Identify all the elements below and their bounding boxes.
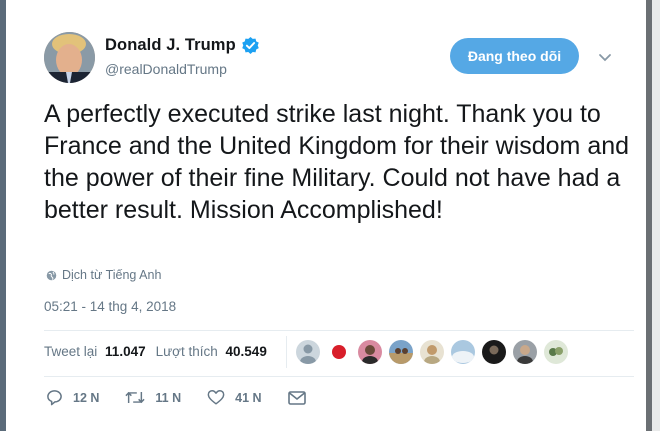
direct-message-button[interactable] [287,390,316,405]
liker-avatars [296,340,575,364]
tweet-text: A perfectly executed strike last night. … [44,100,630,224]
liker-avatar[interactable] [296,340,320,364]
display-name[interactable]: Donald J. Trump [105,36,236,55]
liker-avatar[interactable] [327,340,351,364]
like-count: 41 N [235,390,262,405]
reply-button[interactable]: 12 N [46,389,99,406]
like-heart-icon [207,390,225,405]
stats-separator [286,336,287,368]
retweets-stat[interactable]: Tweet lại 11.047 [44,344,146,359]
retweet-button[interactable]: 11 N [125,389,181,406]
translate-label[interactable]: Dịch từ Tiếng Anh [62,268,161,282]
liker-avatar[interactable] [420,340,444,364]
translate-link[interactable]: Dịch từ Tiếng Anh [46,268,161,282]
tweet-card: Donald J. Trump @realDonaldTrump Đang th… [6,0,646,431]
likes-stat[interactable]: Lượt thích 40.549 [156,344,267,359]
divider [44,376,634,377]
like-button[interactable]: 41 N [207,389,262,406]
tweet-actions: 12 N 11 N 41 N [46,389,342,406]
likes-label: Lượt thích [155,344,218,359]
globe-icon [46,270,57,280]
liker-avatar[interactable] [389,340,413,364]
retweet-icon [125,391,146,404]
reply-icon [47,390,62,406]
name-row: Donald J. Trump [105,36,260,55]
liker-avatar[interactable] [482,340,506,364]
avatar[interactable] [44,32,95,83]
engagement-stats: Tweet lại 11.047 Lượt thích 40.549 [44,344,267,359]
following-button[interactable]: Đang theo dõi [450,38,579,74]
verified-badge-icon [241,36,260,55]
liker-avatar[interactable] [451,340,475,364]
user-handle[interactable]: @realDonaldTrump [105,61,227,77]
retweet-count: 11 N [155,390,182,405]
retweets-count: 11.047 [105,344,146,359]
liker-avatar[interactable] [358,340,382,364]
liker-avatar[interactable] [513,340,537,364]
liker-avatar[interactable] [544,340,568,364]
retweets-label: Tweet lại [44,344,98,359]
likes-count: 40.549 [225,344,267,359]
divider [44,330,634,331]
reply-count: 12 N [73,390,100,405]
direct-message-icon [287,390,306,405]
background-window-edge-right [652,0,660,431]
chevron-down-icon[interactable] [598,50,612,62]
tweet-timestamp[interactable]: 05:21 - 14 thg 4, 2018 [44,299,176,314]
